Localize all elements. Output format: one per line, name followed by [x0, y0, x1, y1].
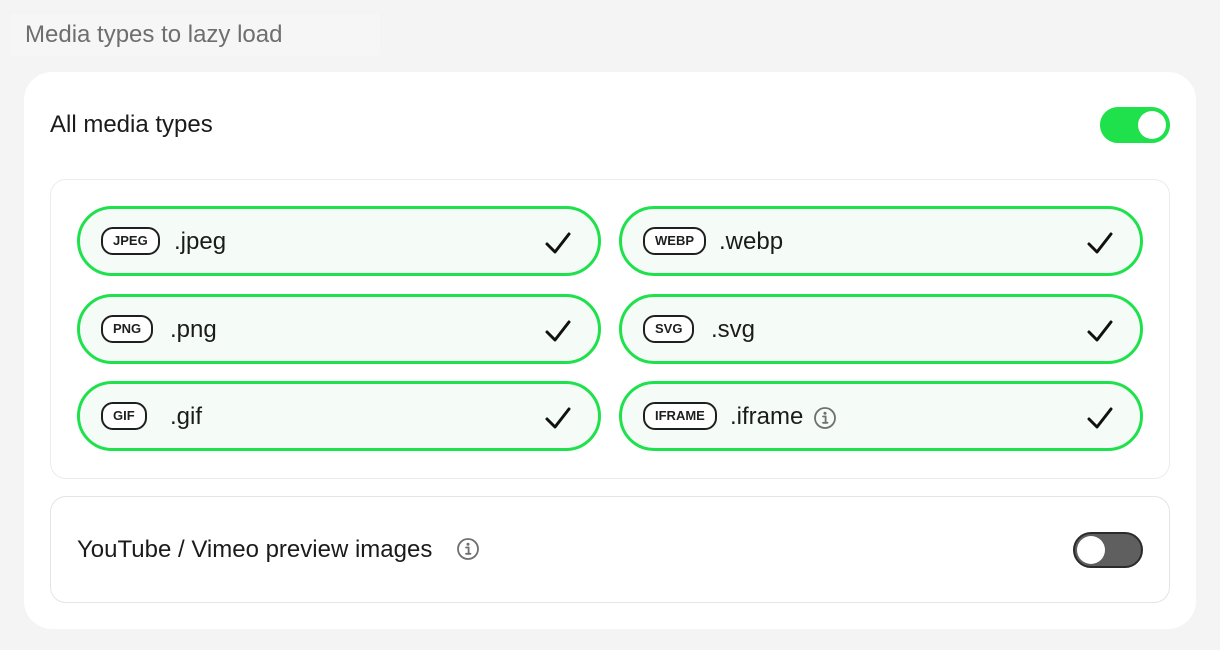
extension-label: .webp — [719, 228, 784, 255]
extension-label: .png — [170, 316, 217, 343]
info-icon[interactable] — [813, 406, 837, 430]
check-icon — [545, 232, 571, 254]
check-icon — [1087, 407, 1113, 429]
check-icon — [545, 320, 571, 342]
media-type-svg[interactable]: SVG .svg — [619, 294, 1143, 364]
section-title: Media types to lazy load — [10, 14, 380, 56]
video-preview-label: YouTube / Vimeo preview images — [77, 536, 433, 563]
format-badge: JPEG — [101, 227, 160, 255]
extension-label: .gif — [170, 403, 203, 430]
video-preview-toggle[interactable] — [1073, 532, 1143, 568]
extension-label: .iframe — [730, 403, 804, 430]
format-badge: SVG — [643, 315, 695, 343]
check-icon — [545, 407, 571, 429]
all-media-types-row: All media types — [50, 105, 1170, 145]
media-types-grid: JPEG .jpeg WEBP .webp PNG .png SVG .svg … — [50, 179, 1170, 479]
media-type-png[interactable]: PNG .png — [77, 294, 601, 364]
media-types-card: All media types JPEG .jpeg WEBP .webp PN… — [24, 72, 1196, 629]
video-preview-row: YouTube / Vimeo preview images — [50, 496, 1170, 603]
format-badge: IFRAME — [643, 402, 717, 430]
all-media-types-toggle[interactable] — [1100, 107, 1170, 143]
format-badge: PNG — [101, 315, 154, 343]
media-type-webp[interactable]: WEBP .webp — [619, 206, 1143, 276]
check-icon — [1087, 232, 1113, 254]
extension-label: .jpeg — [174, 228, 227, 255]
check-icon — [1087, 320, 1113, 342]
extension-label: .svg — [711, 316, 756, 343]
media-type-jpeg[interactable]: JPEG .jpeg — [77, 206, 601, 276]
toggle-knob — [1138, 111, 1166, 139]
toggle-knob — [1077, 536, 1105, 564]
format-badge: WEBP — [643, 227, 706, 255]
all-media-types-label: All media types — [50, 111, 213, 138]
info-icon[interactable] — [456, 537, 480, 561]
media-type-iframe[interactable]: IFRAME .iframe — [619, 381, 1143, 451]
format-badge: GIF — [101, 402, 147, 430]
media-type-gif[interactable]: GIF .gif — [77, 381, 601, 451]
